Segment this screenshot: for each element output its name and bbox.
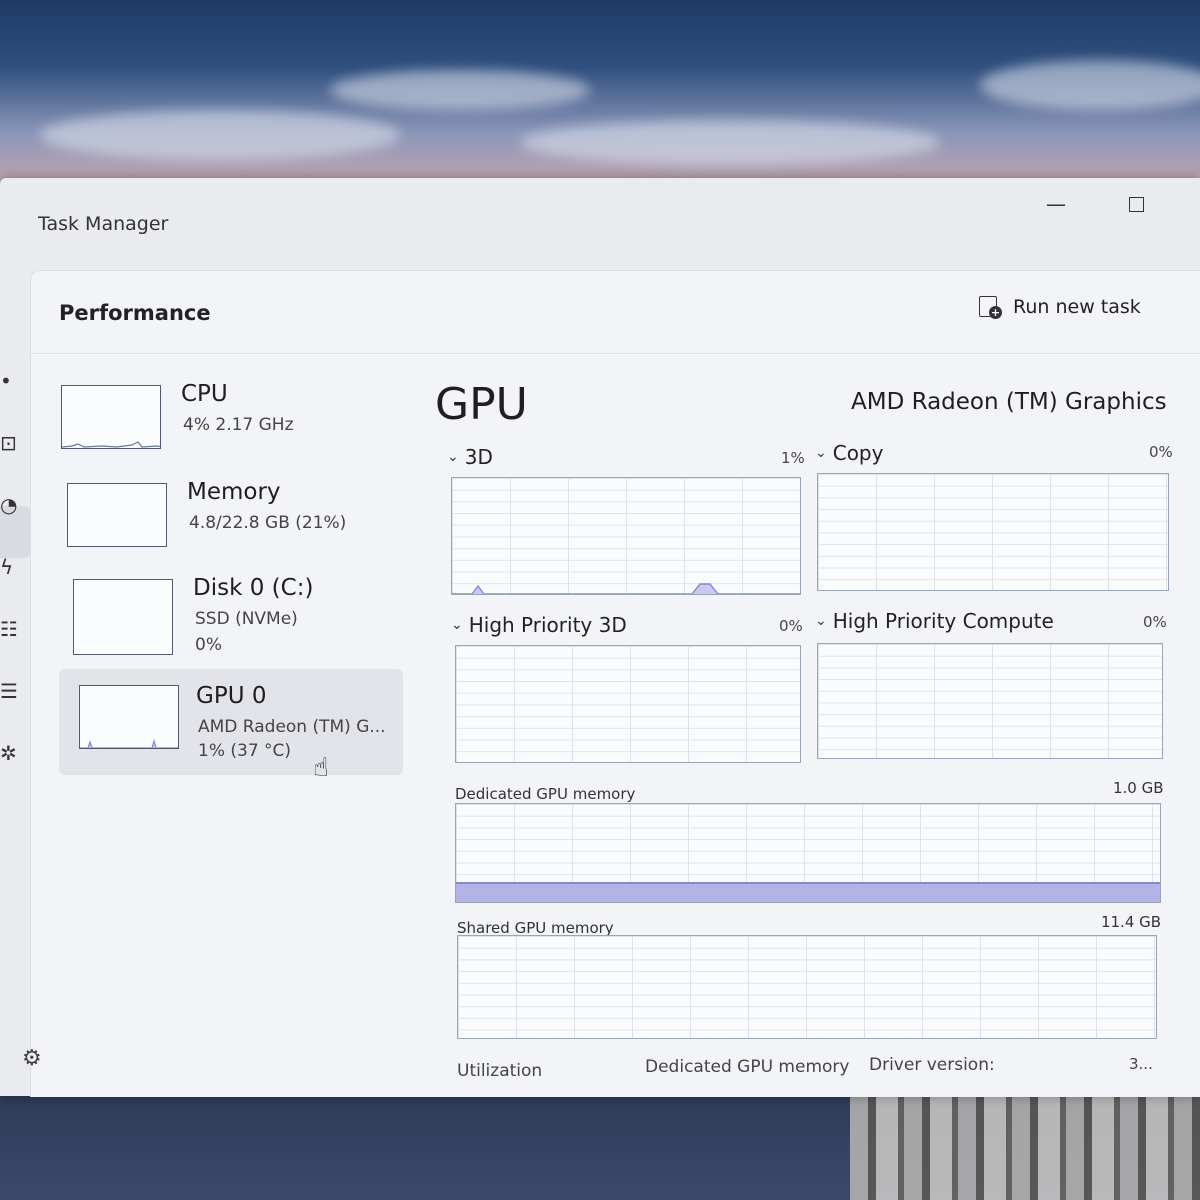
dedicated-memory-usage-fill	[456, 882, 1160, 902]
nav-rail: • ⊡ ◔ ϟ ☷ ☰ ✲	[0, 268, 30, 1096]
engine-percent: 1%	[781, 449, 805, 467]
driver-version-label: Driver version:	[869, 1055, 995, 1075]
chevron-down-icon: ⌄	[451, 617, 463, 633]
engine-percent: 0%	[779, 617, 803, 635]
chevron-down-icon: ⌄	[815, 445, 827, 461]
dedicated-memory-label: Dedicated GPU memory	[455, 785, 636, 803]
minimize-button[interactable]: —	[1036, 186, 1076, 222]
hand-pointer-icon: ☝	[313, 753, 329, 783]
device-name: CPU	[181, 381, 228, 407]
app-title: Task Manager	[38, 213, 169, 235]
chevron-down-icon: ⌄	[815, 613, 827, 629]
maximize-icon	[1128, 196, 1144, 212]
details-nav-icon[interactable]: ☰	[0, 676, 30, 706]
run-task-icon: +	[979, 296, 1002, 319]
dedicated-memory-max: 1.0 GB	[1113, 779, 1164, 797]
device-model: AMD Radeon (TM) G...	[198, 717, 386, 737]
device-stat: 0%	[195, 635, 222, 655]
disk-thumbnail-graph	[73, 579, 173, 655]
page-title: Performance	[59, 301, 211, 325]
task-manager-window: Task Manager — • ⊡ ◔ ϟ ☷ ☰ ✲ Performance…	[0, 178, 1200, 1097]
performance-nav-icon[interactable]: ⊡	[0, 428, 30, 458]
device-type: SSD (NVMe)	[195, 609, 298, 629]
desktop-wallpaper	[0, 0, 1200, 190]
run-new-task-button[interactable]: + Run new task	[979, 287, 1141, 327]
device-item-memory[interactable]: Memory 4.8/22.8 GB (21%)	[59, 471, 403, 571]
memory-thumbnail-graph	[67, 483, 167, 547]
engine-3d-selector[interactable]: ⌄ 3D	[447, 445, 493, 469]
cpu-thumbnail-graph	[61, 385, 161, 449]
engine-high-priority-compute-graph	[817, 643, 1163, 759]
gpu-title: GPU	[435, 379, 528, 430]
engine-copy-selector[interactable]: ⌄ Copy	[815, 441, 883, 465]
desktop-wallpaper-dock	[850, 1085, 1200, 1200]
engine-high-priority-3d-selector[interactable]: ⌄ High Priority 3D	[451, 613, 627, 637]
device-item-cpu[interactable]: CPU 4% 2.17 GHz	[59, 373, 403, 473]
app-history-nav-icon[interactable]: ◔	[0, 490, 30, 520]
engine-percent: 0%	[1149, 443, 1173, 461]
startup-apps-nav-icon[interactable]: ϟ	[0, 552, 30, 582]
device-name: Memory	[187, 479, 281, 505]
engine-label: High Priority 3D	[468, 613, 627, 637]
engine-percent: 0%	[1143, 613, 1167, 631]
engine-label: 3D	[464, 445, 493, 469]
device-stat: 4.8/22.8 GB (21%)	[189, 513, 347, 533]
gpu-thumbnail-graph	[79, 685, 179, 749]
driver-version-value: 3...	[1129, 1055, 1153, 1073]
device-name: GPU 0	[196, 683, 267, 709]
maximize-button[interactable]	[1116, 186, 1156, 222]
device-name: Disk 0 (C:)	[193, 575, 314, 601]
settings-gear-icon[interactable]: ⚙	[22, 1046, 42, 1071]
panel-header: Performance + Run new task	[31, 271, 1200, 354]
minimize-icon: —	[1046, 192, 1066, 216]
device-stat: 4% 2.17 GHz	[183, 415, 294, 435]
run-new-task-label: Run new task	[1013, 296, 1141, 318]
performance-panel: Performance + Run new task CPU 4% 2.17 G…	[30, 270, 1200, 1097]
users-nav-icon[interactable]: ☷	[0, 614, 30, 644]
shared-memory-max: 11.4 GB	[1101, 913, 1162, 931]
chevron-down-icon: ⌄	[447, 449, 459, 465]
device-stat: 1% (37 °C)	[198, 741, 292, 761]
engine-high-priority-3d-graph	[455, 645, 801, 763]
dedicated-memory-graph	[455, 803, 1161, 903]
device-item-gpu[interactable]: GPU 0 AMD Radeon (TM) G... 1% (37 °C) ☝	[59, 669, 403, 783]
engine-3d-graph	[451, 477, 801, 595]
device-item-disk[interactable]: Disk 0 (C:) SSD (NVMe) 0%	[59, 567, 403, 667]
gpu-model: AMD Radeon (TM) Graphics	[851, 389, 1167, 415]
services-nav-icon[interactable]: ✲	[0, 738, 30, 768]
engine-high-priority-compute-selector[interactable]: ⌄ High Priority Compute	[815, 609, 1054, 633]
utilization-label: Utilization	[457, 1061, 543, 1081]
dedicated-memory-footer-label: Dedicated GPU memory	[645, 1057, 850, 1077]
title-bar: Task Manager —	[0, 178, 1200, 268]
engine-label: Copy	[832, 441, 884, 465]
history-nav-icon[interactable]: •	[0, 366, 30, 396]
engine-label: High Priority Compute	[832, 609, 1054, 633]
shared-memory-graph	[457, 935, 1157, 1039]
engine-copy-graph	[817, 473, 1169, 591]
